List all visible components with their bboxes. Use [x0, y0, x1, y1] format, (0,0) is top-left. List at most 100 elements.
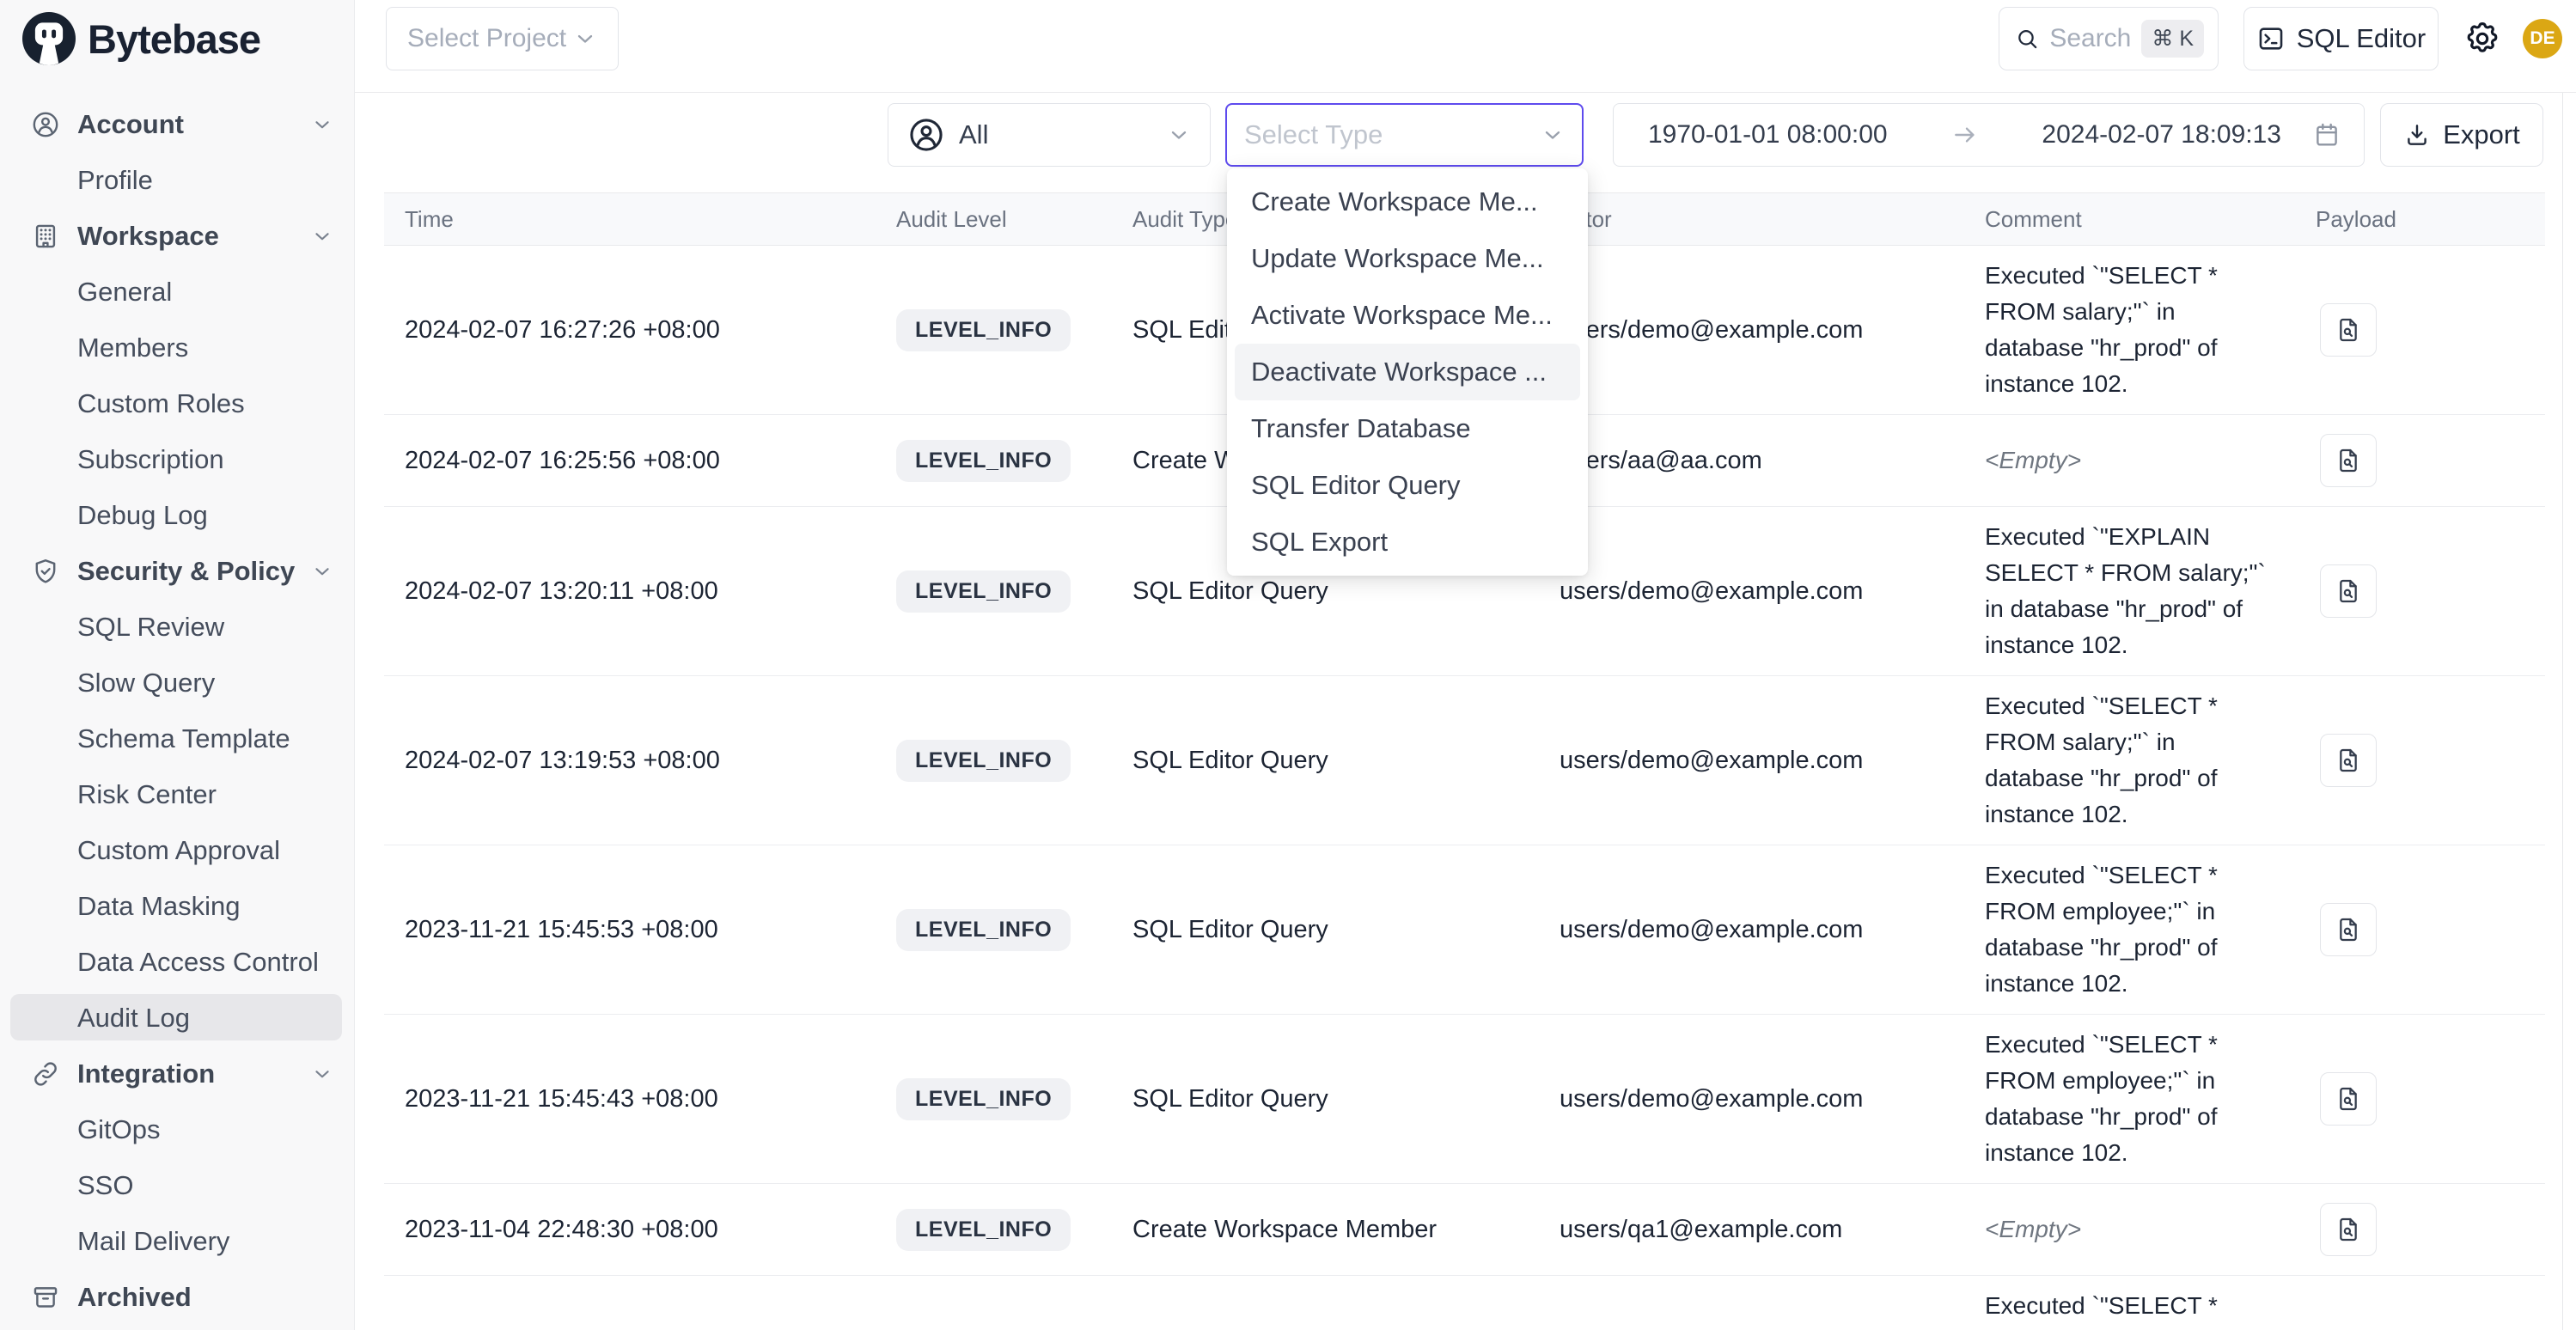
sidebar-item-data-masking[interactable]: Data Masking	[0, 878, 354, 934]
cell-time: 2024-02-07 16:25:56 +08:00	[405, 447, 896, 475]
file-search-icon	[2335, 316, 2362, 344]
payload-view-button[interactable]	[2320, 303, 2377, 357]
payload-view-button[interactable]	[2320, 1203, 2377, 1256]
type-filter-placeholder: Select Type	[1244, 119, 1541, 150]
payload-view-button[interactable]	[2320, 903, 2377, 956]
cell-time: 2024-02-07 16:27:26 +08:00	[405, 316, 896, 345]
menu-item-sql-editor-query[interactable]: SQL Editor Query	[1235, 457, 1580, 514]
file-search-icon	[2335, 577, 2362, 605]
audit-log-page: Bytebase Account Profile Workspace Gener…	[0, 0, 2576, 1330]
building-icon	[31, 222, 60, 251]
search-input[interactable]: Search ⌘ K	[1999, 7, 2219, 70]
link-icon	[31, 1059, 60, 1089]
cell-actor: users/demo@example.com	[1560, 1085, 1985, 1113]
terminal-icon	[2256, 24, 2286, 53]
file-search-icon	[2335, 447, 2362, 474]
sidebar-item-sso[interactable]: SSO	[0, 1157, 354, 1213]
payload-view-button[interactable]	[2320, 434, 2377, 487]
cell-time: 2023-11-04 22:48:30 +08:00	[405, 1216, 896, 1244]
sidebar-item-general[interactable]: General	[0, 264, 354, 320]
search-icon	[2015, 26, 2039, 52]
sidebar-item-account[interactable]: Account	[0, 96, 354, 152]
sidebar-item-subscription[interactable]: Subscription	[0, 431, 354, 487]
calendar-icon	[2312, 120, 2341, 149]
main-content: All Select Type 1970-01-01 08:00:00 2024…	[355, 93, 2576, 1330]
menu-item-sql-export[interactable]: SQL Export	[1235, 514, 1580, 570]
sidebar-item-debug-log[interactable]: Debug Log	[0, 487, 354, 543]
sql-editor-label: SQL Editor	[2297, 23, 2426, 54]
download-icon	[2403, 121, 2431, 149]
sidebar-item-custom-approval[interactable]: Custom Approval	[0, 822, 354, 878]
cell-audit-type: SQL Editor Query	[1132, 916, 1560, 944]
cell-actor: users/demo@example.com	[1560, 916, 1985, 944]
chevron-down-icon	[573, 27, 597, 51]
date-start-value[interactable]: 1970-01-01 08:00:00	[1648, 120, 1888, 149]
sidebar-item-archived[interactable]: Archived	[0, 1269, 354, 1325]
date-range-picker[interactable]: 1970-01-01 08:00:00 2024-02-07 18:09:13	[1613, 103, 2365, 167]
menu-item-create-workspace-member[interactable]: Create Workspace Me...	[1235, 174, 1580, 230]
bytebase-logo-icon	[22, 12, 76, 65]
cell-time: 2024-02-07 13:19:53 +08:00	[405, 747, 896, 775]
sidebar-item-schema-template[interactable]: Schema Template	[0, 711, 354, 766]
sidebar-item-workspace[interactable]: Workspace	[0, 208, 354, 264]
sidebar-item-data-access-control[interactable]: Data Access Control	[0, 934, 354, 990]
payload-view-button[interactable]	[2320, 564, 2377, 618]
sidebar-item-members[interactable]: Members	[0, 320, 354, 375]
menu-item-activate-workspace-member[interactable]: Activate Workspace Me...	[1235, 287, 1580, 344]
table-row: 2024-02-07 13:19:53 +08:00 LEVEL_INFO SQ…	[384, 676, 2545, 845]
project-select[interactable]: Select Project	[386, 7, 619, 70]
cell-audit-type: SQL Editor Query	[1132, 1085, 1560, 1113]
cell-audit-type: Create Workspace Member	[1132, 1216, 1560, 1244]
cell-actor: users/demo@example.com	[1560, 747, 1985, 775]
cell-audit-type: SQL Editor Query	[1132, 577, 1560, 606]
sidebar-item-slow-query[interactable]: Slow Query	[0, 655, 354, 711]
file-search-icon	[2335, 916, 2362, 943]
chevron-down-icon	[311, 1063, 333, 1085]
table-row: 2023-11-04 21:26:34 +08:00 LEVEL_INFO SQ…	[384, 1276, 2545, 1330]
scrollbar-track[interactable]	[2562, 93, 2563, 1330]
sidebar-item-integration[interactable]: Integration	[0, 1046, 354, 1101]
audit-level-badge: LEVEL_INFO	[896, 570, 1071, 613]
payload-view-button[interactable]	[2320, 734, 2377, 787]
menu-item-transfer-database[interactable]: Transfer Database	[1235, 400, 1580, 457]
sidebar-item-sql-review[interactable]: SQL Review	[0, 599, 354, 655]
col-header-time: Time	[405, 206, 896, 233]
type-filter-select[interactable]: Select Type	[1225, 103, 1584, 167]
cell-comment: Executed `"SELECT * FROM salary;"` in da…	[1985, 246, 2277, 414]
brand-name: Bytebase	[88, 15, 260, 63]
export-button[interactable]: Export	[2380, 103, 2543, 167]
sidebar-item-risk-center[interactable]: Risk Center	[0, 766, 354, 822]
sidebar-item-mail-delivery[interactable]: Mail Delivery	[0, 1213, 354, 1269]
cell-actor: users/qa1@example.com	[1560, 1216, 1985, 1244]
sidebar-item-gitops[interactable]: GitOps	[0, 1101, 354, 1157]
bytebase-logo[interactable]: Bytebase	[22, 12, 260, 65]
chevron-down-icon	[311, 225, 333, 247]
sidebar-item-security-policy[interactable]: Security & Policy	[0, 543, 354, 599]
menu-item-deactivate-workspace-member[interactable]: Deactivate Workspace ...	[1235, 344, 1580, 400]
sidebar-item-profile[interactable]: Profile	[0, 152, 354, 208]
gear-icon[interactable]	[2463, 20, 2501, 58]
sidebar-item-audit-log[interactable]: Audit Log	[0, 990, 354, 1046]
actor-filter-select[interactable]: All	[888, 103, 1211, 167]
table-row: 2023-11-21 15:45:43 +08:00 LEVEL_INFO SQ…	[384, 1015, 2545, 1184]
menu-item-update-workspace-member[interactable]: Update Workspace Me...	[1235, 230, 1580, 287]
actor-filter-value: All	[959, 119, 1153, 150]
col-header-comment: Comment	[1985, 206, 2277, 233]
chevron-down-icon	[1167, 123, 1191, 147]
payload-view-button[interactable]	[2320, 1072, 2377, 1126]
avatar[interactable]: DE	[2523, 19, 2562, 58]
sidebar-item-custom-roles[interactable]: Custom Roles	[0, 375, 354, 431]
cell-comment: Executed `"SELECT * FROM department;"` i…	[1985, 1276, 2277, 1330]
table-row: 2023-11-21 15:45:53 +08:00 LEVEL_INFO SQ…	[384, 845, 2545, 1015]
shield-check-icon	[31, 557, 60, 586]
topbar: Select Project Search ⌘ K SQL Editor DE	[355, 0, 2576, 93]
file-search-icon	[2335, 1085, 2362, 1113]
chevron-down-icon	[311, 560, 333, 583]
file-search-icon	[2335, 747, 2362, 774]
cell-actor: users/demo@example.com	[1560, 577, 1985, 606]
cell-time: 2023-11-21 15:45:53 +08:00	[405, 916, 896, 944]
cell-comment-empty: <Empty>	[1985, 430, 2277, 491]
sql-editor-button[interactable]: SQL Editor	[2243, 7, 2439, 70]
chevron-down-icon	[1541, 123, 1565, 147]
date-end-value[interactable]: 2024-02-07 18:09:13	[2042, 120, 2281, 149]
